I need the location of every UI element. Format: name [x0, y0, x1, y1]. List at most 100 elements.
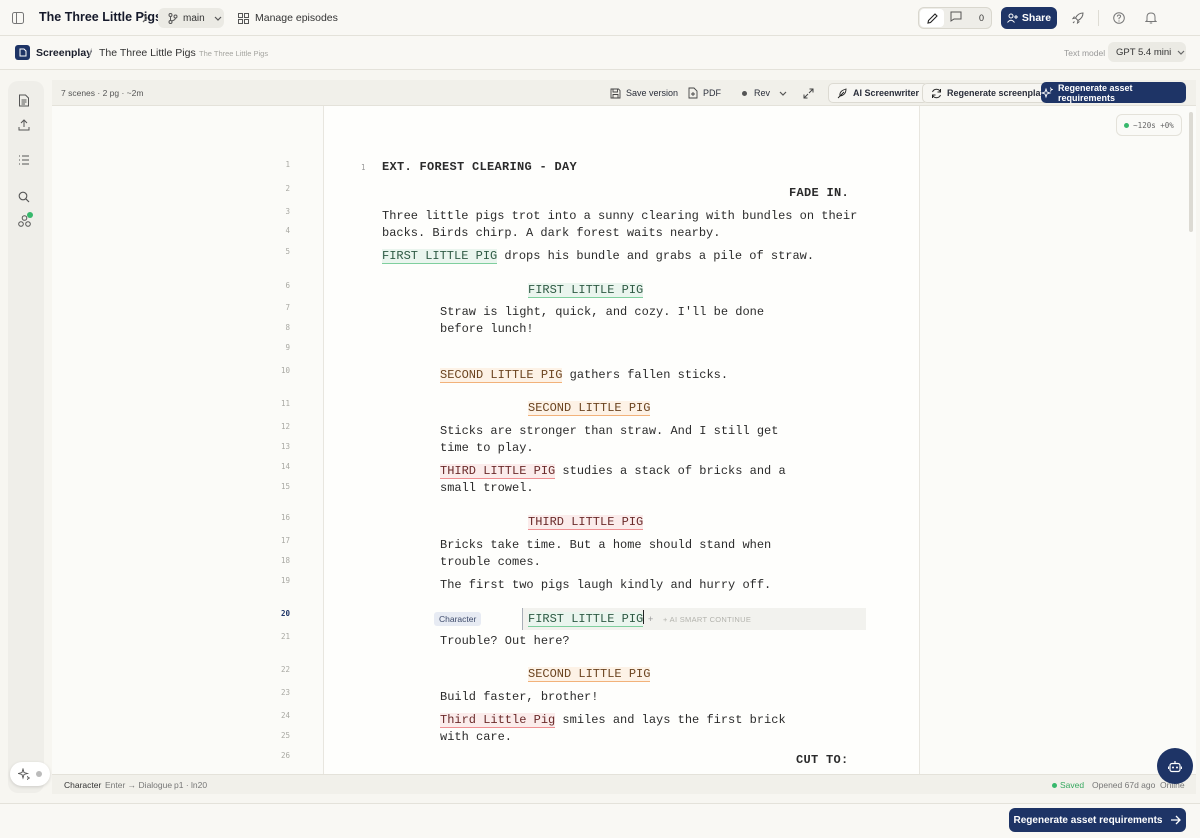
status-element: Character — [64, 780, 102, 790]
regenerate-screenplay-label: Regenerate screenplay — [947, 88, 1046, 98]
action-line[interactable]: Three little pigs trot into a sunny clea… — [382, 208, 857, 225]
dialogue-line[interactable]: time to play. — [440, 440, 534, 457]
document-icon[interactable] — [18, 94, 32, 108]
revision-select[interactable]: Rev — [742, 83, 787, 103]
line-number: 12 — [280, 422, 290, 431]
dialogue-line[interactable]: Sticks are stronger than straw. And I st… — [440, 423, 778, 440]
line-number: 15 — [280, 482, 290, 491]
estimate-status-dot — [1124, 122, 1130, 128]
breadcrumb-dot: · — [189, 48, 192, 57]
pdf-button[interactable]: PDF — [688, 83, 721, 103]
line-number: 19 — [280, 576, 290, 585]
help-icon[interactable] — [1113, 12, 1125, 24]
grid-icon — [238, 12, 249, 24]
save-icon — [610, 88, 621, 99]
bell-icon[interactable] — [1145, 11, 1157, 24]
revision-dot — [742, 90, 747, 96]
ai-smart-continue-button[interactable]: + AI SMART CONTINUE — [663, 615, 751, 624]
character-mention[interactable]: SECOND LITTLE PIG — [440, 368, 563, 383]
line-number: 16 — [280, 513, 290, 522]
sidebar-toggle-icon[interactable] — [12, 12, 24, 24]
character-name: SECOND LITTLE PIG — [528, 667, 651, 682]
comment-count: 0 — [979, 13, 985, 23]
character-cue[interactable]: SECOND LITTLE PIG — [528, 400, 651, 417]
action-line[interactable]: SECOND LITTLE PIG gathers fallen sticks. — [440, 367, 728, 384]
character-cue-active[interactable]: FIRST LITTLE PIG — [528, 610, 645, 628]
save-version-button[interactable]: Save version — [610, 83, 678, 103]
edit-mode-button[interactable] — [920, 9, 944, 27]
regenerate-asset-requirements-label: Regenerate asset requirements — [1058, 82, 1133, 103]
pdf-label: PDF — [703, 88, 721, 98]
character-cue[interactable]: FIRST LITTLE PIG — [528, 282, 644, 299]
upload-icon[interactable] — [18, 119, 32, 133]
transition-fade-in[interactable]: FADE IN. — [789, 185, 849, 202]
dialogue-line[interactable]: Straw is light, quick, and cozy. I'll be… — [440, 304, 764, 321]
line-number: 21 — [280, 632, 290, 641]
expand-icon[interactable] — [803, 88, 814, 99]
action-line[interactable]: backs. Birds chirp. A dark forest waits … — [382, 225, 720, 242]
scrollbar[interactable] — [1189, 112, 1193, 232]
character-mention[interactable]: THIRD LITTLE PIG — [440, 464, 556, 479]
scene-heading[interactable]: EXT. FOREST CLEARING - DAY — [382, 159, 577, 176]
action-line[interactable]: FIRST LITTLE PIG drops his bundle and gr… — [382, 248, 814, 265]
line-number: 23 — [280, 688, 290, 697]
refresh-icon — [931, 88, 942, 99]
line-number: 5 — [285, 247, 290, 256]
sparkles-icon — [1041, 86, 1053, 99]
action-text: smiles and lays the first brick — [555, 713, 786, 727]
line-number: 6 — [285, 281, 290, 290]
feather-pen-icon — [837, 87, 848, 99]
text-caret — [643, 610, 645, 624]
line-number: 25 — [280, 731, 290, 740]
breadcrumb-section[interactable]: Screenplay — [36, 47, 92, 59]
dialogue-line[interactable]: Trouble? Out here? — [440, 633, 570, 650]
text-model-select[interactable]: GPT 5.4 mini — [1108, 42, 1186, 62]
character-cue[interactable]: THIRD LITTLE PIG — [528, 514, 644, 531]
regenerate-asset-requirements-footer-button[interactable]: Regenerate asset requirements — [1009, 808, 1186, 832]
action-line[interactable]: Third Little Pig smiles and lays the fir… — [440, 712, 786, 729]
action-line[interactable]: The first two pigs laugh kindly and hurr… — [440, 577, 771, 594]
add-element-button[interactable]: + — [648, 614, 653, 624]
regenerate-footer-label: Regenerate asset requirements — [1013, 814, 1163, 826]
dialogue-line[interactable]: Build faster, brother! — [440, 689, 598, 706]
line-number: 1 — [285, 160, 290, 169]
outline-icon[interactable] — [18, 155, 32, 169]
action-line[interactable]: small trowel. — [440, 480, 534, 497]
line-number: 18 — [280, 556, 290, 565]
file-icon — [688, 87, 698, 99]
share-button[interactable]: Share — [1001, 7, 1057, 29]
ai-assist-toggle[interactable] — [10, 762, 50, 786]
action-line[interactable]: with care. — [440, 729, 512, 746]
branch-selector[interactable]: main — [158, 8, 224, 28]
chevron-down-icon — [214, 16, 222, 21]
manage-episodes-button[interactable]: Manage episodes — [238, 8, 338, 28]
dialogue-line[interactable]: before lunch! — [440, 321, 534, 338]
character-mention[interactable]: FIRST LITTLE PIG — [382, 249, 498, 264]
dialogue-line[interactable]: Bricks take time. But a home should stan… — [440, 537, 771, 554]
action-line[interactable]: THIRD LITTLE PIG studies a stack of bric… — [440, 463, 786, 480]
transition-cut-to[interactable]: CUT TO: — [796, 752, 849, 769]
ai-screenwriter-button[interactable]: AI Screenwriter — [828, 83, 929, 103]
line-number: 2 — [285, 184, 290, 193]
rocket-icon[interactable] — [1072, 12, 1084, 24]
element-type-chip[interactable]: Character — [434, 612, 482, 626]
chevron-down-icon — [779, 91, 787, 96]
assets-status-dot — [27, 212, 33, 218]
scene-number: 1 — [361, 163, 366, 172]
manage-episodes-label: Manage episodes — [255, 12, 338, 24]
status-bar: Character Enter → Dialogue p1 · ln20 Sav… — [52, 774, 1196, 794]
character-mention[interactable]: Third Little Pig — [440, 713, 556, 728]
regenerate-asset-requirements-button[interactable]: Regenerate asset requirements — [1041, 82, 1186, 103]
screenplay-app-icon — [15, 45, 30, 60]
dialogue-line[interactable]: trouble comes. — [440, 554, 541, 571]
character-cue[interactable]: SECOND LITTLE PIG — [528, 666, 651, 683]
character-name: FIRST LITTLE PIG — [528, 283, 644, 298]
arrow-right-icon — [1170, 815, 1182, 825]
search-icon[interactable] — [18, 191, 32, 205]
ai-assistant-button[interactable] — [1157, 748, 1193, 784]
estimate-text: ~120s +0% — [1133, 120, 1174, 130]
comments-button[interactable] — [950, 11, 962, 22]
save-version-label: Save version — [626, 88, 679, 98]
regenerate-screenplay-button[interactable]: Regenerate screenplay — [922, 83, 1055, 103]
breadcrumb-project[interactable]: The Three Little Pigs — [99, 47, 196, 59]
